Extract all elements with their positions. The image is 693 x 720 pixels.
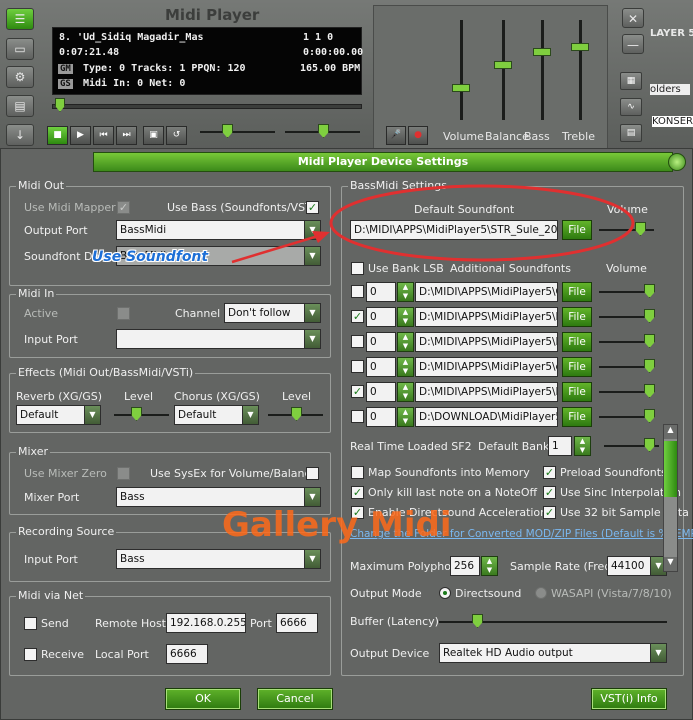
highlight-ellipse — [329, 184, 635, 262]
watermark-text: Gallery Midi — [222, 505, 452, 545]
annotation-overlay — [231, 184, 635, 264]
use-soundfont-annotation: Use Soundfont — [92, 249, 209, 265]
pointer-arrow — [231, 234, 319, 264]
